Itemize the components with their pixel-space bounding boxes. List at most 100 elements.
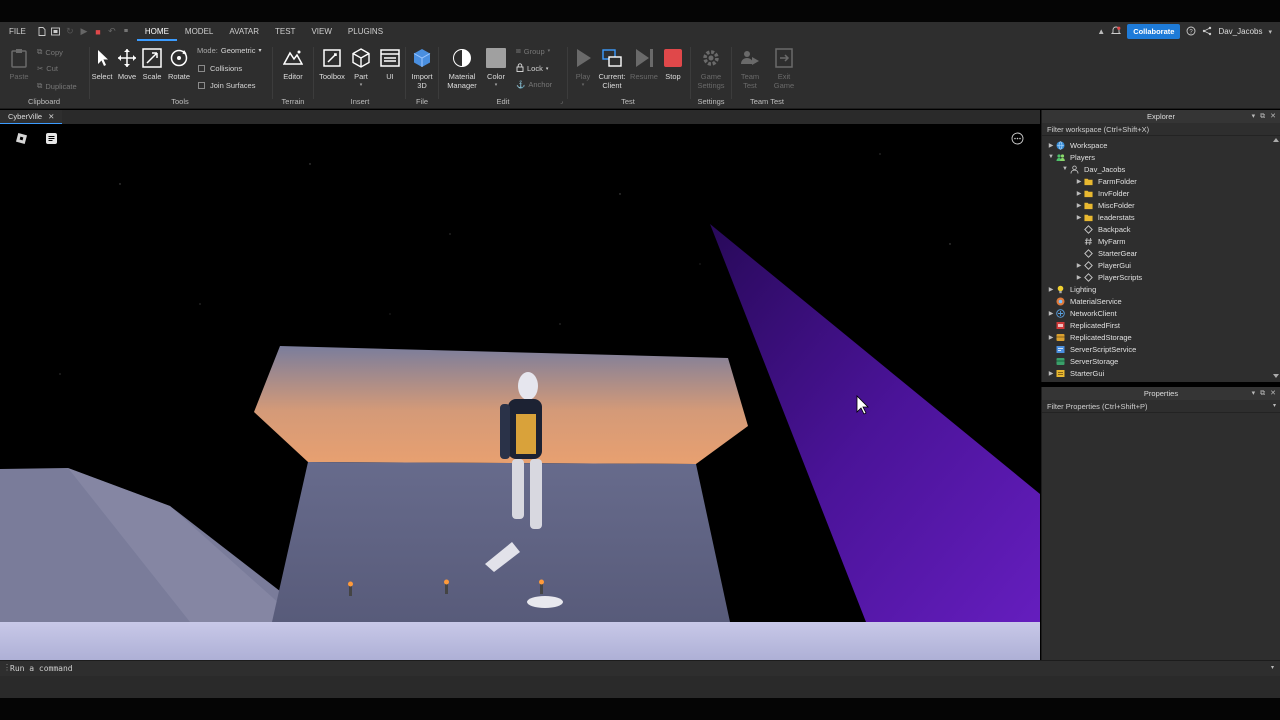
explorer-item-backpack[interactable]: Backpack bbox=[1042, 223, 1280, 235]
tab-cyberville[interactable]: CyberVille ✕ bbox=[0, 110, 63, 124]
command-history-icon[interactable]: ▾ bbox=[1271, 664, 1274, 671]
explorer-item-invfolder[interactable]: ▶ InvFolder bbox=[1042, 187, 1280, 199]
expand-arrow-icon[interactable]: ▶ bbox=[1074, 190, 1084, 197]
user-name[interactable]: Dav_Jacobs bbox=[1218, 27, 1262, 36]
close-tab-icon[interactable]: ✕ bbox=[48, 112, 54, 121]
command-input[interactable]: Run a command bbox=[10, 664, 73, 673]
expand-arrow-icon[interactable]: ▶ bbox=[1074, 262, 1084, 269]
tab-model[interactable]: MODEL bbox=[177, 22, 221, 41]
import-3d-button[interactable]: Import 3D bbox=[407, 47, 437, 90]
explorer-item-farmfolder[interactable]: ▶ FarmFolder bbox=[1042, 175, 1280, 187]
new-file-icon[interactable] bbox=[35, 22, 49, 41]
explorer-header: Explorer ▾ ⧉ ✕ bbox=[1042, 110, 1280, 123]
properties-filter-text: Filter Properties (Ctrl+Shift+P) bbox=[1047, 402, 1148, 411]
edit-expand-icon[interactable]: ⌟ bbox=[560, 98, 563, 105]
properties-filter-input[interactable]: Filter Properties (Ctrl+Shift+P) ▾ bbox=[1042, 400, 1280, 413]
game-viewport[interactable] bbox=[0, 124, 1040, 660]
toolbox-button[interactable]: Toolbox bbox=[317, 47, 347, 81]
chat-icon[interactable] bbox=[44, 131, 58, 145]
scale-button[interactable]: Scale bbox=[137, 47, 167, 81]
notification-bell-icon[interactable] bbox=[1111, 26, 1122, 38]
explorer-item-playergui[interactable]: ▶ PlayerGui bbox=[1042, 259, 1280, 271]
command-bar[interactable]: ⋮ Run a command ▾ bbox=[0, 660, 1280, 676]
properties-close-icon[interactable]: ✕ bbox=[1270, 387, 1276, 400]
more-options-icon[interactable] bbox=[1010, 131, 1024, 145]
undo-icon[interactable]: ↶ bbox=[105, 22, 119, 41]
copy-icon: ⧉ bbox=[37, 47, 43, 56]
share-icon[interactable] bbox=[1202, 26, 1212, 38]
mode-dropdown[interactable]: Mode: Geometric ▾ bbox=[197, 46, 261, 55]
explorer-item-dav_jacobs[interactable]: ▼ Dav_Jacobs bbox=[1042, 163, 1280, 175]
collapse-arrow-icon[interactable]: ▼ bbox=[1046, 154, 1056, 160]
menu-file[interactable]: FILE bbox=[0, 22, 35, 41]
collaborate-button[interactable]: Collaborate bbox=[1127, 24, 1181, 39]
terrain-editor-button[interactable]: Editor bbox=[278, 47, 308, 81]
explorer-undock-icon[interactable]: ⧉ bbox=[1260, 110, 1265, 123]
collisions-check-box[interactable] bbox=[198, 65, 205, 72]
tab-test[interactable]: TEST bbox=[267, 22, 303, 41]
rotate-button[interactable]: Rotate bbox=[164, 47, 194, 81]
open-file-icon[interactable] bbox=[49, 22, 63, 41]
cut-icon: ✂ bbox=[37, 64, 44, 73]
color-dropdown-icon[interactable]: ▾ bbox=[481, 81, 511, 90]
expand-arrow-icon[interactable]: ▶ bbox=[1074, 202, 1084, 209]
collapse-arrow-icon[interactable]: ▼ bbox=[1060, 166, 1070, 172]
tab-home[interactable]: HOME bbox=[136, 22, 177, 41]
roblox-menu-icon[interactable] bbox=[14, 131, 28, 145]
tab-view[interactable]: VIEW bbox=[303, 22, 339, 41]
expand-arrow-icon[interactable]: ▶ bbox=[1046, 142, 1056, 149]
explorer-item-replicatedstorage[interactable]: ▶ ReplicatedStorage bbox=[1042, 331, 1280, 343]
explorer-scrollbar[interactable] bbox=[1273, 138, 1279, 378]
collapse-ribbon-icon[interactable]: ▲ bbox=[1097, 27, 1105, 36]
explorer-close-icon[interactable]: ✕ bbox=[1270, 110, 1276, 123]
tab-avatar[interactable]: AVATAR bbox=[221, 22, 267, 41]
explorer-item-players[interactable]: ▼ Players bbox=[1042, 151, 1280, 163]
game-settings-label-1: Game bbox=[700, 72, 722, 81]
play-quick-icon[interactable]: ▶ bbox=[77, 22, 91, 41]
properties-filter-chevron-icon[interactable]: ▾ bbox=[1273, 400, 1276, 413]
stop-quick-icon[interactable]: ■ bbox=[91, 22, 105, 41]
explorer-filter-input[interactable]: Filter workspace (Ctrl+Shift+X) bbox=[1042, 123, 1280, 136]
tab-plugins[interactable]: PLUGINS bbox=[340, 22, 391, 41]
explorer-item-miscfolder[interactable]: ▶ MiscFolder bbox=[1042, 199, 1280, 211]
part-button[interactable]: Part ▾ bbox=[346, 47, 376, 90]
explorer-item-myfarm[interactable]: MyFarm bbox=[1042, 235, 1280, 247]
explorer-item-serverscriptservice[interactable]: ServerScriptService bbox=[1042, 343, 1280, 355]
help-icon[interactable]: ? bbox=[1186, 26, 1196, 38]
explorer-item-startergear[interactable]: StarterGear bbox=[1042, 247, 1280, 259]
expand-arrow-icon[interactable]: ▶ bbox=[1074, 214, 1084, 221]
explorer-item-materialservice[interactable]: MaterialService bbox=[1042, 295, 1280, 307]
expand-arrow-icon[interactable]: ▶ bbox=[1046, 286, 1056, 293]
expand-arrow-icon[interactable]: ▶ bbox=[1074, 178, 1084, 185]
team-test-icon bbox=[739, 47, 761, 69]
expand-arrow-icon[interactable]: ▶ bbox=[1074, 274, 1084, 281]
user-menu-chevron-icon[interactable]: ▾ bbox=[1268, 28, 1272, 36]
quick-access-menu-icon[interactable]: ≡ bbox=[119, 22, 133, 41]
color-button[interactable]: Color ▾ bbox=[481, 47, 511, 90]
collisions-checkbox[interactable]: Collisions bbox=[198, 64, 242, 73]
material-manager-button[interactable]: Material Manager bbox=[445, 47, 479, 90]
expand-arrow-icon[interactable]: ▶ bbox=[1046, 370, 1056, 377]
explorer-item-playerscripts[interactable]: ▶ PlayerScripts bbox=[1042, 271, 1280, 283]
explorer-collapse-icon[interactable]: ▾ bbox=[1252, 110, 1256, 123]
ui-button[interactable]: UI bbox=[375, 47, 405, 81]
explorer-item-lighting[interactable]: ▶ Lighting bbox=[1042, 283, 1280, 295]
part-dropdown-icon[interactable]: ▾ bbox=[346, 81, 376, 90]
explorer-item-workspace[interactable]: ▶ Workspace bbox=[1042, 139, 1280, 151]
current-client-button[interactable]: Current: Client bbox=[596, 47, 628, 90]
explorer-item-networkclient[interactable]: ▶ NetworkClient bbox=[1042, 307, 1280, 319]
explorer-item-label: MiscFolder bbox=[1098, 200, 1135, 210]
properties-collapse-icon[interactable]: ▾ bbox=[1252, 387, 1256, 400]
join-surfaces-check-box[interactable] bbox=[198, 82, 205, 89]
explorer-tree: ▶ Workspace ▼ Players ▼ Dav_Jacobs ▶ FarmFolder… bbox=[1042, 136, 1280, 379]
properties-undock-icon[interactable]: ⧉ bbox=[1260, 387, 1265, 400]
explorer-item-replicatedfirst[interactable]: ReplicatedFirst bbox=[1042, 319, 1280, 331]
stop-button[interactable]: Stop bbox=[658, 47, 688, 81]
lock-button[interactable]: Lock ▾ bbox=[516, 63, 548, 74]
expand-arrow-icon[interactable]: ▶ bbox=[1046, 310, 1056, 317]
expand-arrow-icon[interactable]: ▶ bbox=[1046, 334, 1056, 341]
explorer-item-leaderstats[interactable]: ▶ leaderstats bbox=[1042, 211, 1280, 223]
explorer-item-serverstorage[interactable]: ServerStorage bbox=[1042, 355, 1280, 367]
explorer-item-startergui[interactable]: ▶ StarterGui bbox=[1042, 367, 1280, 379]
join-surfaces-checkbox[interactable]: Join Surfaces bbox=[198, 81, 255, 90]
